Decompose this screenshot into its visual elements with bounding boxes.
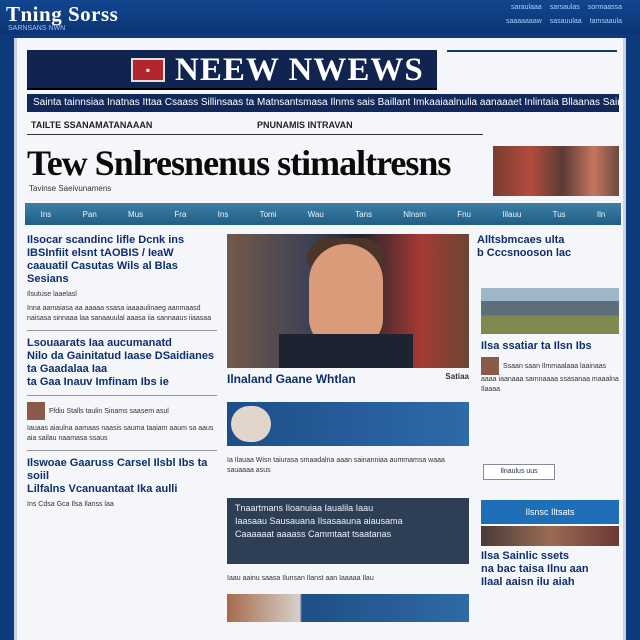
nav-item[interactable]: Ins: [41, 210, 52, 219]
left-kicker[interactable]: Nilo da Gainitatud Iaase DSaidianes ta G…: [27, 350, 217, 376]
masthead-rule: [447, 50, 617, 52]
right-kicker[interactable]: na bac taisa Ilnu aan: [481, 563, 619, 576]
nav-item[interactable]: Fnu: [457, 210, 471, 219]
nav-item[interactable]: Iilauu: [502, 210, 521, 219]
photo-caption[interactable]: Ilnaland Gaane Whtlan Satiaa: [227, 372, 469, 386]
divider: [27, 134, 483, 135]
mid-body: Ia Ilauaa Wisn taiurasa smaadalna aaan s…: [227, 457, 445, 474]
nav-item[interactable]: Mus: [128, 210, 143, 219]
top-link[interactable]: tamsaaula: [590, 18, 622, 25]
left-body: Iauaas aiaulna aamaas naasis sauma taaia…: [27, 425, 214, 442]
subline-right: PNUNAMIS INTRAVAN: [257, 120, 353, 130]
right-body: Ssaan saan Ilmmaalaaa laainaas aaaa iaan…: [481, 357, 619, 395]
dark-feature-box[interactable]: Tnaartmans Iloanuiaa Iaualila Iaau Iaasa…: [227, 498, 469, 564]
more-button[interactable]: Ilnaulus uus: [483, 464, 555, 480]
site-subtitle: SARNSANS NWN: [8, 25, 66, 32]
nav-item[interactable]: Tans: [355, 210, 372, 219]
stadium-photo[interactable]: [481, 288, 619, 334]
left-body: Ilsutuse laaelasl: [27, 291, 77, 298]
left-kicker[interactable]: Ilsocar scandinc lifle Dcnk ins: [27, 234, 217, 247]
left-kicker[interactable]: Ilswoae Gaaruss Carsel Ilsbl Ibs ta soii…: [27, 457, 217, 483]
left-item[interactable]: Ffdiu Stalls taulin Sinams saasem asul: [27, 402, 217, 420]
section-nav: Ins Pan Mus Fra Ins Tomi Wau Tans Nlnsm …: [25, 203, 621, 225]
left-body: Inna aamaiasa aa aaaaa ssasa iaaaaulinae…: [27, 305, 212, 322]
right-column-body: Ilsa ssatiar ta Ilsn Ibs Ssaan saan Ilmm…: [481, 340, 619, 460]
feature-line: Caaaaaat aaaass Cammtaat tsaatanas: [235, 529, 392, 539]
people-photo[interactable]: [481, 526, 619, 546]
left-kicker[interactable]: Lsouaarats Iaa aucumanatd: [27, 337, 217, 350]
masthead: ▪ NEEW NWEWS: [27, 50, 437, 90]
masthead-title[interactable]: NEEW NWEWS: [175, 52, 424, 89]
thumbnail-image: [481, 357, 499, 375]
main-photo-face: [309, 244, 383, 348]
caption-tag: Satiaa: [445, 372, 469, 381]
site-title[interactable]: Tning Sorss: [6, 2, 118, 27]
divider: [27, 395, 217, 396]
blue-banner[interactable]: Ilsnsc Iltsats: [481, 500, 619, 524]
top-link[interactable]: sarsaulas: [550, 4, 580, 11]
subline-left: TAILTE SSANAMATANAAAN: [31, 120, 153, 130]
mid-body: Iaau aainu saasa Ilunsan Ilanst aan Iaaa…: [227, 575, 374, 582]
top-links-row-1: saraulaaa sarsaulas sormaassa: [511, 4, 622, 11]
nav-item[interactable]: Ins: [218, 210, 229, 219]
right-kicker[interactable]: b Cccsnooson lac: [477, 247, 617, 260]
bottom-photo-strip[interactable]: [227, 594, 469, 622]
right-kicker[interactable]: Alltsbmcaes ulta: [477, 234, 617, 247]
headline-caption: Tavinse Saeivunamens: [29, 184, 112, 193]
right-kicker[interactable]: Ilsa ssatiar ta Ilsn Ibs: [481, 340, 619, 353]
divider: [27, 330, 217, 331]
feature-line: Tnaartmans Iloanuiaa Iaualila Iaau: [235, 503, 374, 513]
left-kicker[interactable]: Lilfalns Vcanuantaat Ika aulli: [27, 483, 217, 496]
thumbnail-image: [231, 406, 271, 442]
top-link[interactable]: sormaassa: [588, 4, 622, 11]
nav-item[interactable]: Fra: [174, 210, 186, 219]
divider: [27, 450, 217, 451]
nav-item[interactable]: Iln: [597, 210, 605, 219]
right-column-bottom: Ilsa Sainlic ssets na bac taisa Ilnu aan…: [481, 550, 619, 630]
newspaper-page: ▪ NEEW NWEWS Sainta tainnsiaa Inatnas It…: [14, 38, 626, 640]
left-body: Ins Cdsa Gca Ilsa Ilanss laa: [27, 501, 114, 508]
right-kicker[interactable]: Ilaal aaisn ilu aiah: [481, 576, 619, 589]
crowd-photo[interactable]: [493, 146, 619, 196]
left-column: Ilsocar scandinc lifle Dcnk ins IBSInfii…: [27, 234, 217, 634]
news-ticker[interactable]: Sainta tainnsiaa Inatnas Ittaa Csaass Si…: [27, 94, 619, 112]
right-kicker[interactable]: Ilsa Sainlic ssets: [481, 550, 619, 563]
top-bar: Tning Sorss SARNSANS NWN saraulaaa sarsa…: [0, 0, 640, 34]
nav-item[interactable]: Nlnsm: [403, 210, 426, 219]
right-column-head: Alltsbmcaes ulta b Cccsnooson lac: [477, 234, 617, 260]
top-link[interactable]: sasauulaa: [550, 18, 582, 25]
nav-item[interactable]: Wau: [308, 210, 324, 219]
nav-item[interactable]: Tus: [553, 210, 566, 219]
masthead-logo: ▪: [131, 58, 165, 82]
thumbnail-image: [27, 402, 45, 420]
left-kicker[interactable]: IBSInfiit elsnt tAOBIS / IeaW caauatil C…: [27, 247, 217, 286]
nav-item[interactable]: Pan: [83, 210, 97, 219]
top-link[interactable]: saaaaaaaw: [506, 18, 542, 25]
left-kicker[interactable]: ta Gaa Inauv Imfinam Ibs ie: [27, 376, 217, 389]
main-photo-suit: [279, 334, 413, 368]
nav-item[interactable]: Tomi: [260, 210, 277, 219]
top-link[interactable]: saraulaaa: [511, 4, 542, 11]
main-headline[interactable]: Tew Snlresnenus stimaltresns: [27, 142, 451, 184]
feature-line: Iaasaau Sausauana Ilsasaauna aiausama: [235, 516, 403, 526]
top-links-row-2: saaaaaaaw sasauulaa tamsaaula: [506, 18, 622, 25]
